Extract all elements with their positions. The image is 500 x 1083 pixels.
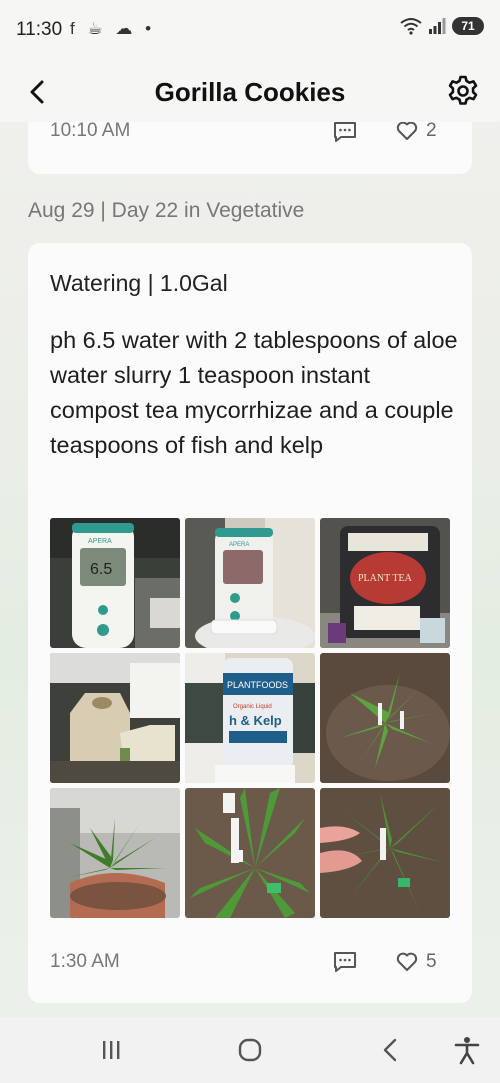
water-jugs-photo[interactable] (50, 653, 180, 783)
signal-icon (429, 18, 446, 34)
bottle-subtitle-text: Organic Liquid (233, 704, 272, 710)
heart-icon (396, 952, 418, 971)
fish-kelp-bottle-photo[interactable]: PLANTFOODS Organic Liquid h & Kelp (185, 653, 315, 783)
status-right: 71 (400, 17, 484, 35)
comment-icon[interactable] (333, 951, 357, 973)
meter-brand-text: APERA (88, 538, 112, 545)
notification-icons: f ☕ ☁ • (70, 19, 156, 38)
gear-icon[interactable] (446, 74, 480, 108)
plant-topdown-photo[interactable] (320, 653, 450, 783)
ph-meter-reading-photo[interactable]: APERA 6.5 (50, 518, 180, 648)
photo-grid: APERA 6.5 APERA PLANT TEA PLANTFOODS Org… (50, 518, 450, 918)
like-count: 2 (426, 120, 437, 141)
accessibility-icon[interactable] (452, 1035, 482, 1065)
like-button[interactable]: 2 (396, 120, 437, 142)
meter-brand-text: APERA (229, 542, 249, 548)
bottle-product-text: h & Kelp (229, 713, 282, 728)
plant-tags-photo[interactable] (185, 788, 315, 918)
entry-time: 1:30 AM (50, 951, 120, 972)
battery-icon: 71 (452, 17, 484, 35)
tea-label-text: PLANT TEA (358, 573, 413, 584)
status-time: 11:30 (16, 19, 63, 40)
entry-type: Watering | 1.0Gal (50, 270, 228, 296)
status-bar: 11:30 f ☕ ☁ • 71 (0, 0, 500, 60)
watering-entry-card[interactable]: Watering | 1.0Gal ph 6.5 water with 2 ta… (28, 243, 472, 1003)
bottle-brand-text: PLANTFOODS (227, 680, 288, 690)
comment-icon[interactable] (333, 121, 357, 143)
plant-leaf-hand-photo[interactable] (320, 788, 450, 918)
compost-tea-bag-photo[interactable]: PLANT TEA (320, 518, 450, 648)
recent-apps-icon[interactable] (96, 1035, 126, 1065)
ph-meter-jug-photo[interactable]: APERA (185, 518, 315, 648)
entry-note: ph 6.5 water with 2 tablespoons of aloe … (50, 327, 458, 458)
like-button[interactable]: 5 (396, 951, 437, 973)
plant-in-tent-photo[interactable] (50, 788, 180, 918)
app-header: Gorilla Cookies (0, 60, 500, 122)
nav-back-icon[interactable] (375, 1035, 405, 1065)
meter-reading-text: 6.5 (90, 561, 112, 578)
home-icon[interactable] (235, 1035, 265, 1065)
entry-time: 10:10 AM (50, 120, 131, 141)
wifi-icon (400, 18, 422, 35)
system-nav-bar (0, 1017, 500, 1083)
page-title: Gorilla Cookies (154, 77, 346, 107)
heart-icon (396, 121, 418, 140)
day-header: Aug 29 | Day 22 in Vegetative (28, 199, 305, 222)
like-count: 5 (426, 951, 437, 972)
